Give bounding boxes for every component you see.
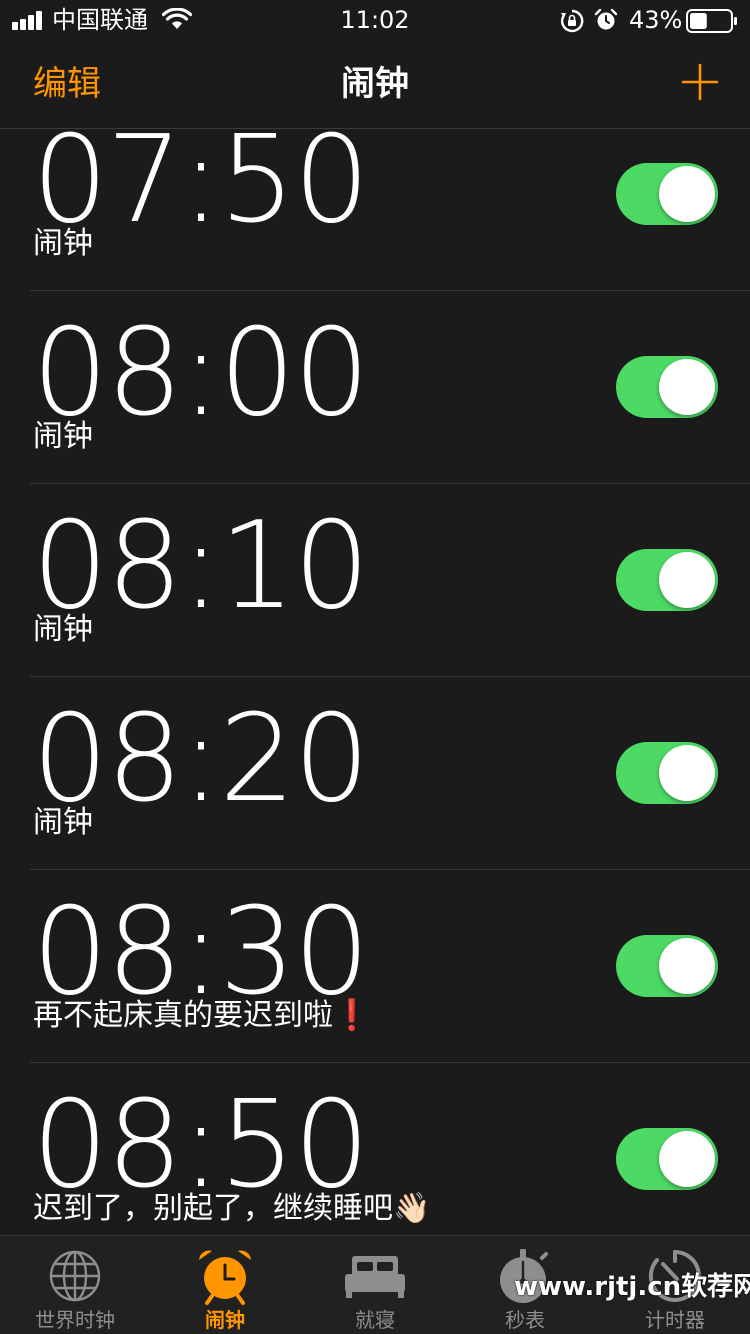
tab-label: 秒表 [505, 1308, 545, 1332]
alarm-time: 08:50 [32, 1076, 370, 1215]
rotation-lock-icon [560, 9, 584, 33]
toggle-knob [659, 166, 715, 222]
alarm-icon [594, 8, 618, 30]
toggle-knob [659, 745, 715, 801]
alarm-row[interactable]: 08:10 闹钟 [30, 483, 750, 677]
globe-icon [49, 1250, 101, 1302]
alarm-label: 迟到了，别起了，继续睡吧👋🏻 [33, 1191, 431, 1226]
alarm-toggle[interactable] [616, 1128, 718, 1190]
plus-icon[interactable] [680, 62, 720, 102]
navigation-bar: 编辑 闹钟 [0, 40, 750, 129]
alarm-row[interactable]: 08:30 再不起床真的要迟到啦❗ [30, 869, 750, 1063]
alarm-time: 07:50 [32, 129, 370, 250]
alarm-label: 闹钟 [33, 226, 93, 261]
alarm-list: 07:50 闹钟 08:00 闹钟 08:10 闹钟 08:20 闹钟 08:3… [0, 129, 750, 1235]
tab-alarm[interactable]: 闹钟 [150, 1236, 300, 1334]
clock-app-screen: 中国联通 11:02 43% 编辑 闹钟 07:50 闹钟 08:00 闹钟 0… [0, 0, 750, 1334]
tab-world-clock[interactable]: 世界时钟 [0, 1236, 150, 1334]
alarm-time: 08:00 [32, 304, 370, 443]
alarm-toggle[interactable] [616, 935, 718, 997]
alarm-label: 闹钟 [33, 419, 93, 454]
toggle-knob [659, 552, 715, 608]
alarm-label: 再不起床真的要迟到啦❗ [33, 998, 371, 1033]
tab-label: 世界时钟 [35, 1308, 115, 1332]
tab-label: 闹钟 [205, 1308, 245, 1332]
toggle-knob [659, 1131, 715, 1187]
alarm-label: 闹钟 [33, 805, 93, 840]
toggle-knob [659, 359, 715, 415]
battery-percent: 43% [629, 6, 683, 34]
tab-label: 就寝 [355, 1308, 395, 1332]
bed-icon [345, 1256, 405, 1298]
battery-icon [686, 9, 737, 33]
alarm-row[interactable]: 08:50 迟到了，别起了，继续睡吧👋🏻 [30, 1062, 750, 1235]
alarm-toggle[interactable] [616, 742, 718, 804]
toggle-knob [659, 938, 715, 994]
alarm-row[interactable]: 07:50 闹钟 [30, 129, 750, 291]
alarm-row[interactable]: 08:20 闹钟 [30, 676, 750, 870]
alarm-time: 08:10 [32, 497, 370, 636]
status-bar: 中国联通 11:02 43% [0, 0, 750, 40]
tab-bedtime[interactable]: 就寝 [300, 1236, 450, 1334]
alarm-clock-icon [199, 1250, 251, 1305]
alarm-toggle[interactable] [616, 356, 718, 418]
watermark-text: www.rjtj.cn软荐网 [514, 1272, 750, 1302]
alarm-time: 08:30 [32, 883, 370, 1022]
alarm-toggle[interactable] [616, 549, 718, 611]
tab-label: 计时器 [645, 1308, 705, 1332]
page-title: 闹钟 [341, 64, 409, 104]
alarm-label: 闹钟 [33, 612, 93, 647]
alarm-toggle[interactable] [616, 163, 718, 225]
alarm-time: 08:20 [32, 690, 370, 829]
alarm-row[interactable]: 08:00 闹钟 [30, 290, 750, 484]
